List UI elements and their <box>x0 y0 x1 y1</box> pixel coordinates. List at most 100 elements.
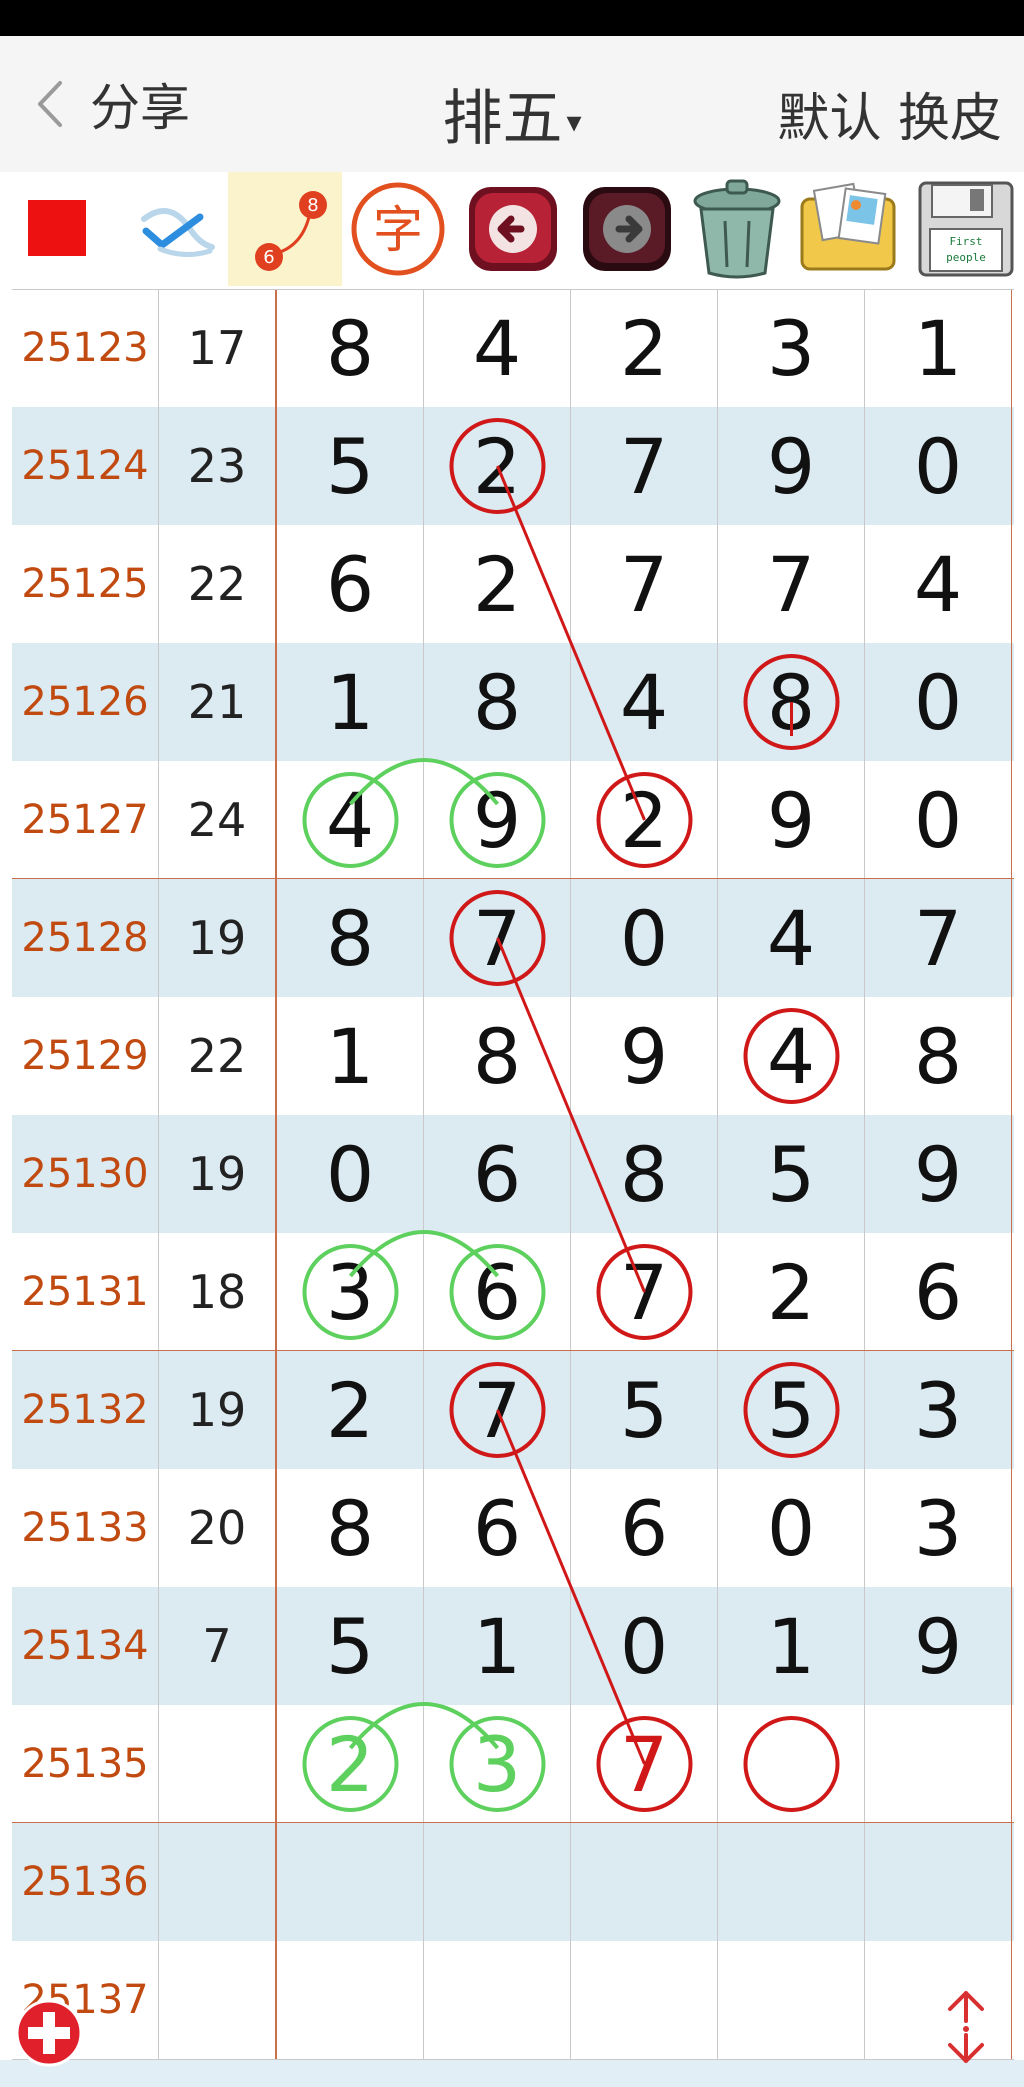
issue-number-cell: 25128 <box>12 879 159 997</box>
digit-cell-3[interactable]: 7 <box>571 1705 718 1823</box>
digit-cell-5[interactable]: 3 <box>865 1351 1012 1469</box>
digit-cell-5[interactable] <box>865 1823 1012 1941</box>
digit-cell-3[interactable]: 2 <box>571 289 718 407</box>
connect-line-icon[interactable]: 8 6 <box>228 172 342 286</box>
digit-cell-1[interactable]: 5 <box>277 1587 424 1705</box>
issue-number-cell: 25136 <box>12 1823 159 1941</box>
digit-cell-4[interactable]: 5 <box>718 1115 865 1233</box>
table-row: 25124 23 5 2 7 9 0 <box>12 407 1014 525</box>
digit-cell-5[interactable]: 6 <box>865 1233 1012 1351</box>
digit-cell-3[interactable]: 8 <box>571 1115 718 1233</box>
change-skin-button[interactable]: 默认 换皮 <box>777 76 1002 151</box>
dropdown-caret-icon: ▾ <box>566 104 582 140</box>
digit-cell-1[interactable] <box>277 1823 424 1941</box>
redo-arrow-icon[interactable] <box>572 172 682 286</box>
digit-cell-4[interactable]: 2 <box>718 1233 865 1351</box>
digit-cell-3[interactable]: 9 <box>571 997 718 1115</box>
digit-cell-5[interactable]: 8 <box>865 997 1012 1115</box>
digit-cell-5[interactable]: 3 <box>865 1469 1012 1587</box>
sum-cell: 19 <box>159 1351 277 1469</box>
digit-cell-2[interactable]: 8 <box>424 997 571 1115</box>
digit-cell-5[interactable]: 1 <box>865 289 1012 407</box>
digit-cell-1[interactable]: 4 <box>277 761 424 879</box>
issue-number-cell: 25135 <box>12 1705 159 1823</box>
digit-cell-4[interactable] <box>718 1705 865 1823</box>
digit-cell-2[interactable]: 9 <box>424 761 571 879</box>
digit-cell-5[interactable]: 4 <box>865 525 1012 643</box>
text-tool-icon[interactable]: 字 <box>342 172 454 286</box>
digit-cell-3[interactable]: 7 <box>571 1233 718 1351</box>
digit-cell-1[interactable]: 1 <box>277 643 424 761</box>
digit-cell-4[interactable]: 1 <box>718 1587 865 1705</box>
add-circle-icon[interactable] <box>14 1998 84 2068</box>
digit-cell-2[interactable]: 7 <box>424 879 571 997</box>
digit-cell-1[interactable]: 0 <box>277 1115 424 1233</box>
digit-cell-3[interactable]: 5 <box>571 1351 718 1469</box>
digit-cell-4[interactable]: 9 <box>718 761 865 879</box>
digit-cell-2[interactable]: 7 <box>424 1351 571 1469</box>
digit-cell-5[interactable]: 9 <box>865 1115 1012 1233</box>
digit-cell-3[interactable] <box>571 1941 718 2059</box>
digit-cell-4[interactable] <box>718 1941 865 2059</box>
digit-cell-5[interactable]: 0 <box>865 407 1012 525</box>
digit-cell-2[interactable]: 8 <box>424 643 571 761</box>
scroll-up-down-icon[interactable] <box>936 1985 996 2067</box>
digit-cell-4[interactable]: 5 <box>718 1351 865 1469</box>
digit-cell-3[interactable]: 0 <box>571 879 718 997</box>
digit-cell-3[interactable]: 4 <box>571 643 718 761</box>
digit-cell-3[interactable]: 0 <box>571 1587 718 1705</box>
digit-cell-1[interactable]: 1 <box>277 997 424 1115</box>
digit-cell-1[interactable]: 2 <box>277 1351 424 1469</box>
digit-cell-5[interactable]: 0 <box>865 761 1012 879</box>
issue-number-cell: 25125 <box>12 525 159 643</box>
pen-check-icon[interactable] <box>128 172 228 286</box>
digit-cell-4[interactable]: 9 <box>718 407 865 525</box>
undo-arrow-icon[interactable] <box>458 172 568 286</box>
digit-cell-2[interactable] <box>424 1823 571 1941</box>
digit-cell-3[interactable] <box>571 1823 718 1941</box>
digit-cell-5[interactable]: 9 <box>865 1587 1012 1705</box>
digit-cell-1[interactable]: 8 <box>277 1469 424 1587</box>
digit-cell-1[interactable]: 8 <box>277 289 424 407</box>
issue-number-cell: 25129 <box>12 997 159 1115</box>
digit-cell-5[interactable]: 7 <box>865 879 1012 997</box>
digit-cell-1[interactable]: 2 <box>277 1705 424 1823</box>
digit-cell-3[interactable]: 2 <box>571 761 718 879</box>
photo-album-icon[interactable] <box>792 172 904 286</box>
digit-cell-3[interactable]: 7 <box>571 407 718 525</box>
issue-number-cell: 25134 <box>12 1587 159 1705</box>
issue-number-cell: 25123 <box>12 289 159 407</box>
digit-cell-2[interactable]: 1 <box>424 1587 571 1705</box>
digit-cell-2[interactable]: 6 <box>424 1233 571 1351</box>
digit-cell-1[interactable]: 6 <box>277 525 424 643</box>
digit-cell-4[interactable]: 4 <box>718 879 865 997</box>
title-bar: 分享 排五 ▾ 默认 换皮 <box>0 36 1024 173</box>
digit-cell-4[interactable]: 3 <box>718 289 865 407</box>
digit-cell-3[interactable]: 7 <box>571 525 718 643</box>
digit-cell-4[interactable]: 0 <box>718 1469 865 1587</box>
digit-cell-5[interactable] <box>865 1705 1012 1823</box>
digit-cell-4[interactable]: 4 <box>718 997 865 1115</box>
color-red-square-icon[interactable] <box>18 172 98 286</box>
sum-cell: 7 <box>159 1587 277 1705</box>
digit-cell-2[interactable]: 6 <box>424 1469 571 1587</box>
digit-cell-4[interactable]: 8 <box>718 643 865 761</box>
sum-cell: 22 <box>159 997 277 1115</box>
digit-cell-5[interactable]: 0 <box>865 643 1012 761</box>
digit-cell-2[interactable]: 6 <box>424 1115 571 1233</box>
digit-cell-1[interactable]: 5 <box>277 407 424 525</box>
table-row: 25123 17 8 4 2 3 1 <box>12 289 1014 407</box>
digit-cell-1[interactable] <box>277 1941 424 2059</box>
digit-cell-3[interactable]: 6 <box>571 1469 718 1587</box>
trash-can-icon[interactable] <box>682 172 792 286</box>
digit-cell-4[interactable]: 7 <box>718 525 865 643</box>
save-disk-icon[interactable]: First people <box>910 172 1022 286</box>
digit-cell-2[interactable]: 4 <box>424 289 571 407</box>
digit-cell-4[interactable] <box>718 1823 865 1941</box>
digit-cell-1[interactable]: 8 <box>277 879 424 997</box>
digit-cell-1[interactable]: 3 <box>277 1233 424 1351</box>
digit-cell-2[interactable]: 3 <box>424 1705 571 1823</box>
digit-cell-2[interactable] <box>424 1941 571 2059</box>
digit-cell-2[interactable]: 2 <box>424 407 571 525</box>
digit-cell-2[interactable]: 2 <box>424 525 571 643</box>
